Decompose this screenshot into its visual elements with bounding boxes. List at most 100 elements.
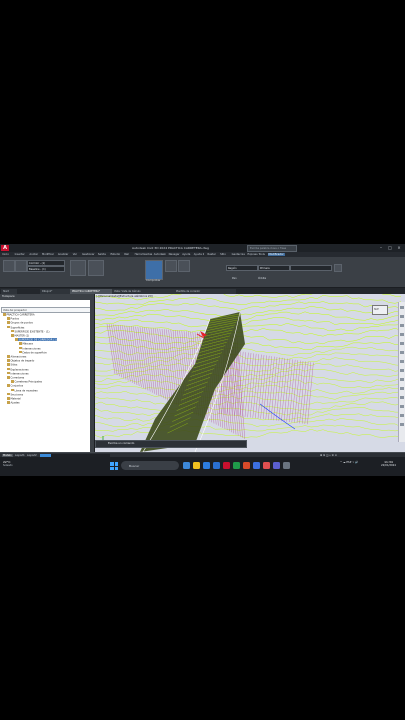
ribbon-tab-17[interactable]: Geotecnia: [232, 253, 245, 256]
viewport-controls-label[interactable]: [-][Personalizada][Estructura alámbrica …: [96, 295, 153, 298]
chrome-icon[interactable]: [243, 462, 250, 469]
orbit-button[interactable]: [88, 260, 104, 276]
ribbon-tab-16[interactable]: Sitio: [220, 253, 226, 256]
ribbon-tab-14[interactable]: Ayuda 2: [194, 253, 205, 256]
tree-node[interactable]: Carreteras Principales: [11, 380, 42, 383]
nav-tool-icon[interactable]: [400, 387, 404, 390]
ribbon-tab-0[interactable]: Inicio: [2, 253, 9, 256]
tree-node[interactable]: Intersecciones: [7, 371, 29, 375]
nav-tool-icon[interactable]: [400, 396, 404, 399]
tree-node[interactable]: Conjuntos: [7, 384, 23, 388]
tree-node[interactable]: PRACTICA CARRETERA: [3, 313, 35, 316]
edge-browser-icon[interactable]: [203, 462, 210, 469]
navigation-bar[interactable]: [398, 302, 405, 442]
station-field[interactable]: [290, 265, 332, 271]
nav-tool-icon[interactable]: [400, 333, 404, 336]
region-field[interactable]: Región: [226, 265, 258, 271]
tree-node[interactable]: SUPERFICIE DE CORREDOR (1): [15, 338, 57, 342]
toolspace-side-tabs[interactable]: [90, 300, 94, 452]
file-explorer-icon[interactable]: [193, 462, 200, 469]
app-icon-gray[interactable]: [283, 462, 290, 469]
excel-icon[interactable]: [233, 462, 240, 469]
nav-tool-icon[interactable]: [400, 378, 404, 381]
tree-node[interactable]: Explanaciones: [7, 367, 29, 371]
folder-icon: [7, 355, 10, 358]
nav-tool-icon[interactable]: [400, 324, 404, 327]
ribbon-tab-4[interactable]: Analizar: [58, 253, 68, 256]
ribbon-tab-10[interactable]: Herramientas: [135, 253, 153, 256]
ribbon-tab-1[interactable]: Insertar: [15, 253, 25, 256]
autodesk-logo-icon[interactable]: A: [1, 245, 9, 251]
nav-tool-icon[interactable]: [400, 360, 404, 363]
ribbon-tab-19[interactable]: Modificador: [267, 253, 285, 256]
tree-node[interactable]: Superficies: [7, 325, 24, 329]
nav-tool-icon[interactable]: [400, 423, 404, 426]
baseline-field[interactable]: Baseline - (1): [27, 266, 65, 272]
ribbon-tab-15[interactable]: Raster: [208, 253, 216, 256]
nav-tool-icon[interactable]: [400, 315, 404, 318]
pan-button[interactable]: [70, 260, 86, 276]
tree-node[interactable]: MASTER (1): [11, 334, 29, 337]
tree-node[interactable]: Secciones: [7, 392, 24, 397]
tree-node[interactable]: Corredores: [7, 376, 24, 379]
taskbar-search[interactable]: Buscar: [121, 461, 179, 470]
ribbon-tab-13[interactable]: Ayuda: [182, 253, 190, 256]
minimize-icon[interactable]: –: [378, 245, 384, 250]
tree-node[interactable]: Sitios: [7, 363, 17, 367]
task-view-icon[interactable]: [183, 462, 190, 469]
tree-node[interactable]: Ajustes: [7, 401, 20, 404]
autocad-taskbar-icon[interactable]: [223, 462, 230, 469]
app-icon-red[interactable]: [263, 462, 270, 469]
corridor-properties-button[interactable]: [3, 260, 15, 272]
tree-node[interactable]: Objetos de trazado: [7, 359, 34, 362]
close-icon[interactable]: ×: [396, 245, 402, 250]
command-line[interactable]: Escriba un comando: [95, 440, 247, 448]
ribbon-tab-2[interactable]: Anotar: [29, 253, 38, 256]
view-frame-button[interactable]: [145, 260, 163, 280]
teams-icon[interactable]: [273, 462, 280, 469]
tree-node-label: MASTER (1): [14, 334, 30, 338]
folder-icon: [7, 392, 10, 396]
nav-tool-icon[interactable]: [400, 414, 404, 417]
nav-tool-icon[interactable]: [400, 342, 404, 345]
nav-tool-icon[interactable]: [400, 369, 404, 372]
nav-tool-icon[interactable]: [400, 405, 404, 408]
folder-icon: [7, 401, 10, 404]
maximize-icon[interactable]: □: [387, 245, 393, 250]
tree-node-label: Secciones: [10, 393, 24, 397]
zoom-button[interactable]: [165, 260, 177, 272]
ribbon-tab-6[interactable]: Gestionar: [82, 253, 95, 256]
tree-node[interactable]: Grupos de puntos: [7, 321, 33, 325]
region-button[interactable]: [15, 260, 27, 272]
folder-icon: [7, 367, 10, 371]
tree-node[interactable]: Datos de superficie: [19, 350, 47, 354]
regen-button[interactable]: [178, 260, 190, 272]
system-tray[interactable]: ^ ☁ ESP ⌔ 🔊: [340, 461, 359, 465]
viewcube[interactable]: SUP: [372, 305, 388, 315]
ribbon-tab-11[interactable]: Autodesk: [154, 253, 166, 256]
tree-node[interactable]: Material: [7, 397, 21, 400]
word-icon[interactable]: [253, 462, 260, 469]
first-field[interactable]: Primera: [258, 265, 290, 271]
ribbon-tab-9[interactable]: Rail: [124, 253, 129, 256]
tree-node[interactable]: Alineaciones: [7, 355, 26, 358]
tree-node[interactable]: Puntos: [7, 317, 19, 320]
tree-node[interactable]: Línea de muestreo: [11, 388, 38, 392]
taskbar-clock[interactable]: 11:34 22/01/2024: [381, 460, 396, 468]
tree-node[interactable]: Intersecciones: [19, 346, 41, 350]
nav-tool-icon[interactable]: [400, 306, 404, 309]
tree-node[interactable]: SUPERFICIE EXISTENTE - (1): [11, 329, 50, 333]
tree-node[interactable]: Máscara: [19, 342, 33, 346]
search-input[interactable]: Escriba palabra clave o frase: [247, 245, 297, 252]
ribbon-tab-18[interactable]: Express Tools: [248, 253, 265, 256]
mail-icon[interactable]: [213, 462, 220, 469]
ribbon-tab-3[interactable]: Modificar: [42, 253, 54, 256]
ribbon-tab-7[interactable]: Salida: [98, 253, 106, 256]
ribbon-tab-8[interactable]: Estudio: [111, 253, 121, 256]
ribbon-tab-12[interactable]: Navegar: [169, 253, 180, 256]
nav-tool-icon[interactable]: [400, 351, 404, 354]
windows-start-icon[interactable]: [110, 462, 118, 470]
drawing-viewport[interactable]: [-][Personalizada][Estructura alámbrica …: [95, 294, 405, 452]
ribbon-tab-5[interactable]: Ver: [73, 253, 77, 256]
close-ribbon-button[interactable]: [334, 264, 342, 272]
